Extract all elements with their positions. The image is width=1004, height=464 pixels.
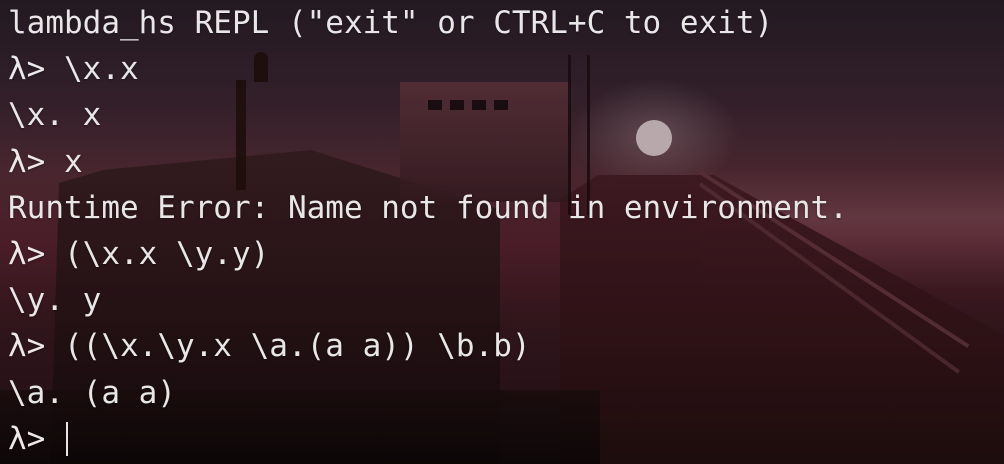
input-line: λ> ((\x.\y.x \a.(a a)) \b.b) — [8, 323, 1004, 369]
terminal-output: lambda_hs REPL ("exit" or CTRL+C to exit… — [8, 0, 1004, 462]
input-text: (\x.x \y.y) — [64, 235, 270, 272]
prompt-symbol: λ> — [8, 143, 64, 180]
output-line: \y. y — [8, 282, 102, 319]
output-line: \a. (a a) — [8, 374, 176, 411]
input-text: ((\x.\y.x \a.(a a)) \b.b) — [64, 328, 531, 365]
text-cursor — [66, 421, 68, 456]
input-line: λ> x — [8, 139, 1004, 185]
prompt-symbol: λ> — [8, 328, 64, 365]
input-line: λ> \x.x — [8, 46, 1004, 92]
prompt-symbol: λ> — [8, 420, 64, 457]
terminal-window[interactable]: lambda_hs REPL ("exit" or CTRL+C to exit… — [0, 0, 1004, 464]
prompt-symbol: λ> — [8, 235, 64, 272]
input-line: λ> (\x.x \y.y) — [8, 231, 1004, 277]
prompt-symbol: λ> — [8, 51, 64, 88]
active-input-line[interactable]: λ> — [8, 416, 1004, 462]
input-text: x — [64, 143, 83, 180]
repl-banner: lambda_hs REPL ("exit" or CTRL+C to exit… — [8, 5, 774, 41]
error-line: Runtime Error: Name not found in environ… — [8, 189, 848, 226]
input-text: \x.x — [64, 51, 139, 88]
output-line: \x. x — [8, 97, 102, 134]
